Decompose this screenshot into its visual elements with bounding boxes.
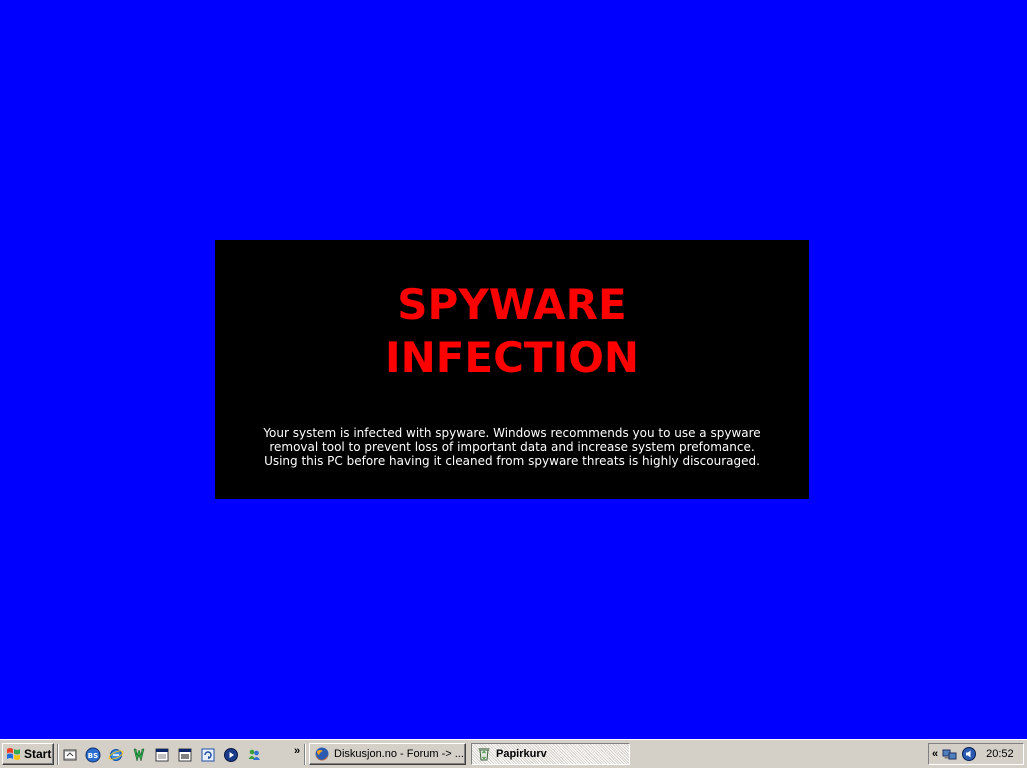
tray-expand-chevron[interactable]: « — [932, 748, 938, 760]
media-player-icon[interactable] — [223, 747, 239, 763]
taskbar-button-papirkurv[interactable]: Papirkurv — [471, 743, 630, 765]
warning-message-line: removal tool to prevent loss of importan… — [269, 440, 755, 454]
system-tray: « 20:52 — [928, 743, 1024, 765]
desktop: SPYWARE INFECTION Your system is infecte… — [0, 0, 1027, 739]
network-icon[interactable] — [942, 746, 958, 762]
firefox-icon — [315, 747, 329, 761]
taskbar-button-diskusjon[interactable]: Diskusjon.no - Forum -> ... — [309, 743, 466, 765]
show-desktop-icon[interactable] — [62, 747, 78, 763]
quick-launch-chevron[interactable]: » — [294, 745, 300, 757]
internet-explorer-icon[interactable] — [108, 747, 124, 763]
messenger-icon[interactable] — [246, 747, 262, 763]
task-label: Papirkurv — [496, 748, 547, 760]
window-icon[interactable] — [154, 747, 170, 763]
taskbar: Start BS » Diskusjon.no - Forum -> ... P… — [0, 739, 1027, 768]
bs-player-icon[interactable]: BS — [85, 747, 101, 763]
taskbar-separator — [57, 744, 59, 765]
quick-launch-toolbar: BS — [62, 745, 269, 765]
volume-icon[interactable] — [961, 746, 977, 762]
start-label: Start — [24, 747, 52, 761]
winamp-icon[interactable] — [131, 747, 147, 763]
warning-message-line: Your system is infected with spyware. Wi… — [263, 426, 761, 440]
start-button[interactable]: Start — [2, 743, 54, 765]
warning-message: Your system is infected with spyware. Wi… — [215, 426, 809, 468]
recycle-bin-icon — [478, 748, 490, 761]
window-icon[interactable] — [177, 747, 193, 763]
task-label: Diskusjon.no - Forum -> ... — [334, 748, 464, 760]
windows-logo-icon — [7, 748, 20, 760]
taskbar-separator — [304, 744, 306, 765]
refresh-icon[interactable] — [200, 747, 216, 763]
warning-title: SPYWARE INFECTION — [384, 280, 640, 382]
spyware-warning-panel: SPYWARE INFECTION Your system is infecte… — [215, 240, 809, 499]
clock[interactable]: 20:52 — [986, 748, 1014, 760]
warning-message-line: Using this PC before having it cleaned f… — [264, 454, 760, 468]
svg-text:BS: BS — [88, 752, 98, 760]
